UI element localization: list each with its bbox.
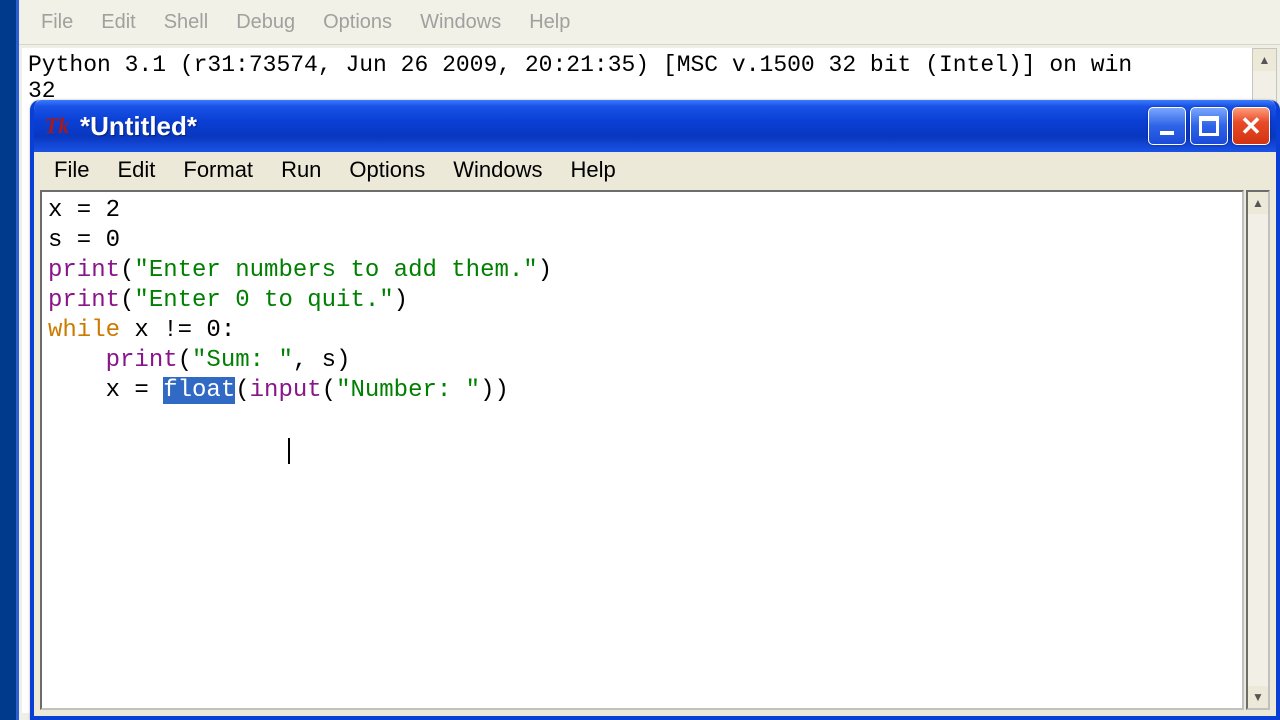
tk-icon: Tk [44, 113, 70, 139]
editor-menu-windows[interactable]: Windows [439, 155, 556, 185]
paren: ) [394, 287, 408, 314]
editor-titlebar[interactable]: Tk *Untitled* ✕ [34, 100, 1276, 152]
selected-text: float [163, 377, 235, 404]
scroll-up-icon[interactable]: ▲ [1253, 49, 1276, 71]
string-literal: "Enter numbers to add them." [134, 257, 537, 284]
minimize-button[interactable] [1148, 107, 1186, 145]
shell-menubar: File Edit Shell Debug Options Windows He… [19, 0, 1280, 45]
string-literal: "Sum: " [192, 347, 293, 374]
shell-menu-options[interactable]: Options [309, 7, 406, 38]
shell-menu-debug[interactable]: Debug [222, 7, 309, 38]
shell-menu-windows[interactable]: Windows [406, 7, 515, 38]
shell-menu-help[interactable]: Help [515, 7, 584, 38]
indent [48, 347, 106, 374]
paren: ) [538, 257, 552, 284]
builtin-print: print [48, 287, 120, 314]
code-line-2: s = 0 [48, 227, 120, 254]
code-text: )) [480, 377, 509, 404]
code-text: x != 0: [120, 317, 235, 344]
window-title: *Untitled* [80, 111, 1148, 142]
desktop-background [0, 0, 16, 720]
builtin-print: print [48, 257, 120, 284]
paren: ( [120, 257, 134, 284]
text-cursor-icon [288, 438, 290, 464]
paren: ( [120, 287, 134, 314]
paren: ( [235, 377, 249, 404]
editor-menu-options[interactable]: Options [335, 155, 439, 185]
close-button[interactable]: ✕ [1232, 107, 1270, 145]
scroll-down-icon[interactable]: ▼ [1248, 686, 1268, 708]
maximize-button[interactable] [1190, 107, 1228, 145]
paren: ( [178, 347, 192, 374]
string-literal: "Enter 0 to quit." [134, 287, 393, 314]
editor-menu-edit[interactable]: Edit [103, 155, 169, 185]
builtin-input: input [250, 377, 322, 404]
shell-menu-file[interactable]: File [27, 7, 87, 38]
shell-menu-shell[interactable]: Shell [150, 7, 222, 38]
editor-menu-format[interactable]: Format [169, 155, 267, 185]
code-editor[interactable]: x = 2 s = 0 print("Enter numbers to add … [40, 190, 1244, 710]
editor-scrollbar[interactable]: ▲ ▼ [1246, 190, 1270, 710]
editor-window: Tk *Untitled* ✕ File Edit Format Run Opt… [30, 100, 1280, 720]
window-controls: ✕ [1148, 107, 1270, 145]
scroll-up-icon[interactable]: ▲ [1248, 192, 1268, 214]
code-text: , s) [293, 347, 351, 374]
editor-menubar: File Edit Format Run Options Windows Hel… [34, 152, 1276, 188]
builtin-print: print [106, 347, 178, 374]
shell-menu-edit[interactable]: Edit [87, 7, 149, 38]
editor-menu-file[interactable]: File [40, 155, 103, 185]
keyword-while: while [48, 317, 120, 344]
editor-menu-run[interactable]: Run [267, 155, 335, 185]
editor-menu-help[interactable]: Help [557, 155, 630, 185]
paren: ( [322, 377, 336, 404]
string-literal: "Number: " [336, 377, 480, 404]
indent: x = [48, 377, 163, 404]
code-line-1: x = 2 [48, 197, 120, 224]
